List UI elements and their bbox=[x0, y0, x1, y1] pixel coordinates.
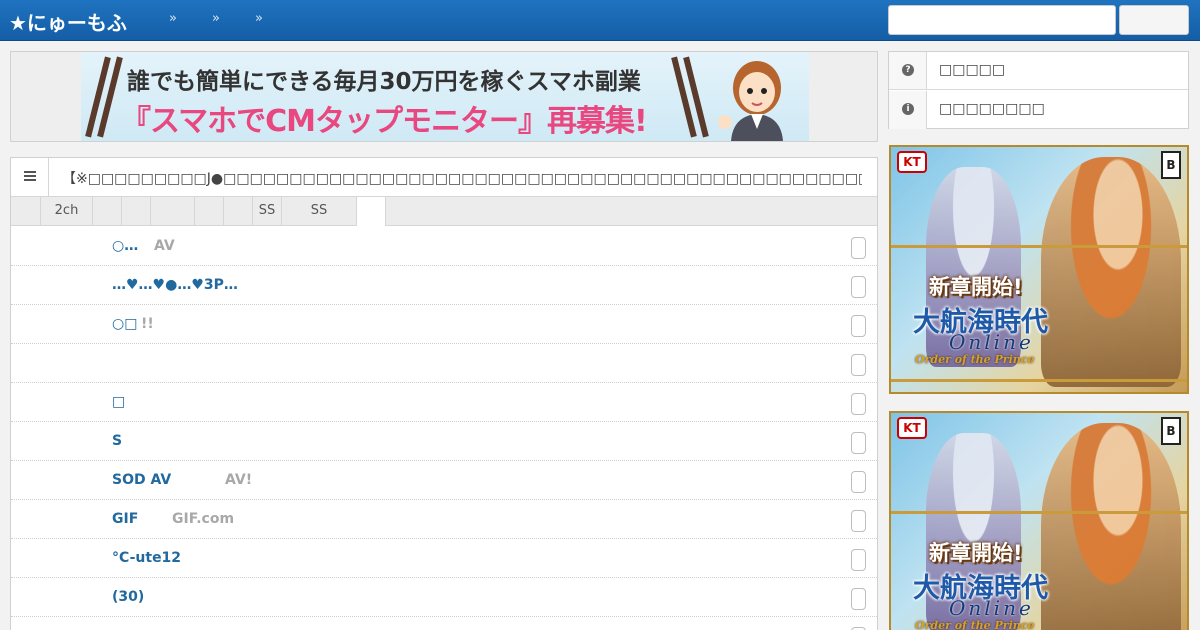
category-tabs: 2ch SS SS bbox=[11, 197, 877, 226]
question-circle-icon: ? bbox=[902, 64, 914, 76]
ad-title-subtitle: Order of the Prince bbox=[915, 619, 1035, 630]
list-item[interactable]: □ bbox=[11, 383, 877, 422]
article-action-button[interactable] bbox=[851, 510, 866, 532]
article-action-button[interactable] bbox=[851, 549, 866, 571]
article-title[interactable]: GIF bbox=[112, 511, 138, 527]
sidebar-menu: ? □□□□□ i □□□□□□□□ bbox=[888, 51, 1189, 129]
tab-2ch[interactable]: 2ch bbox=[41, 197, 93, 225]
article-title[interactable]: □ bbox=[112, 394, 125, 410]
ad-ornament bbox=[891, 245, 1187, 248]
search-button[interactable] bbox=[1119, 5, 1189, 35]
nav-link-2[interactable]: » bbox=[212, 11, 220, 26]
info-circle-icon: i bbox=[902, 103, 914, 115]
article-action-button[interactable] bbox=[851, 237, 866, 259]
tab-3[interactable] bbox=[93, 197, 122, 225]
list-item[interactable]: S bbox=[11, 422, 877, 461]
article-title[interactable]: °C-ute12 bbox=[112, 550, 181, 566]
ad-subheadline: 『スマホでCMタップモニター』再募集! bbox=[121, 104, 648, 139]
article-action-button[interactable] bbox=[851, 393, 866, 415]
tab-6[interactable] bbox=[195, 197, 224, 225]
sidebar-ad-2[interactable]: KT B 新章開始! 大航海時代 Online Order of the Pri… bbox=[889, 411, 1189, 630]
ad-title-tagline: 新章開始! bbox=[929, 541, 1023, 565]
tab-ss[interactable]: SS bbox=[282, 197, 357, 225]
sidebar-icon-cell: i bbox=[889, 91, 927, 129]
headline-icon-cell bbox=[11, 158, 49, 196]
tab-active[interactable] bbox=[356, 197, 386, 226]
tab-4[interactable] bbox=[122, 197, 151, 225]
ad-character-illustration bbox=[1041, 157, 1181, 387]
ad-ornament bbox=[891, 379, 1187, 382]
article-title[interactable]: …♥…♥●…♥3P… bbox=[112, 277, 238, 293]
top-navbar: ★にゅーもふ » » » bbox=[0, 0, 1200, 41]
list-item[interactable]: …♥…♥●…♥3P… bbox=[11, 266, 877, 305]
article-action-button[interactable] bbox=[851, 315, 866, 337]
ad-headline: 誰でも簡単にできる毎月30万円を稼ぐスマホ副業 bbox=[127, 69, 641, 95]
nav-link-1[interactable]: » bbox=[169, 11, 177, 26]
list-item[interactable] bbox=[11, 344, 877, 383]
tab-5[interactable] bbox=[151, 197, 195, 225]
headline-bar: 【※□□□□□□□□□J●□□□□□□□□□□□□□□□□□□□□□□□□□□□… bbox=[11, 158, 877, 197]
list-item[interactable]: (30) bbox=[11, 578, 877, 617]
sidebar-icon-cell: ? bbox=[889, 52, 927, 89]
sidebar-item-help[interactable]: ? □□□□□ bbox=[889, 52, 1188, 90]
article-title[interactable]: (30) bbox=[112, 589, 144, 605]
publisher-logo: KT bbox=[897, 151, 927, 173]
top-banner-ad[interactable]: 誰でも簡単にできる毎月30万円を稼ぐスマホ副業 『スマホでCMタップモニター』再… bbox=[81, 52, 809, 141]
age-rating-badge: B bbox=[1161, 151, 1181, 179]
nav-link-3[interactable]: » bbox=[255, 11, 263, 26]
sidebar-item-label: □□□□□ bbox=[939, 62, 1006, 78]
search-input[interactable] bbox=[888, 5, 1116, 35]
site-logo[interactable]: ★にゅーもふ bbox=[9, 7, 127, 36]
article-source: !! bbox=[141, 316, 154, 332]
ad-title-online: Online bbox=[949, 596, 1034, 620]
article-title[interactable]: SOD AV bbox=[112, 472, 171, 488]
ad-title-tagline: 新章開始! bbox=[929, 275, 1023, 299]
article-list-panel: 【※□□□□□□□□□J●□□□□□□□□□□□□□□□□□□□□□□□□□□□… bbox=[10, 157, 878, 630]
tab-7[interactable] bbox=[224, 197, 253, 225]
sidebar-item-label: □□□□□□□□ bbox=[939, 101, 1045, 117]
list-item[interactable]: ○… AV bbox=[11, 227, 877, 266]
article-title[interactable]: S bbox=[112, 433, 122, 449]
ad-title-subtitle: Order of the Prince bbox=[915, 353, 1035, 366]
top-ad-container: 誰でも簡単にできる毎月30万円を稼ぐスマホ副業 『スマホでCMタップモニター』再… bbox=[10, 51, 878, 142]
list-item[interactable]: GIF GIF.com bbox=[11, 500, 877, 539]
list-item[interactable]: ○□ !! bbox=[11, 305, 877, 344]
ad-woman-illustration bbox=[718, 61, 783, 141]
list-icon bbox=[24, 171, 36, 182]
list-item[interactable]: °C-ute12 bbox=[11, 539, 877, 578]
article-action-button[interactable] bbox=[851, 432, 866, 454]
ad-title-online: Online bbox=[949, 330, 1034, 354]
article-action-button[interactable] bbox=[851, 276, 866, 298]
article-action-button[interactable] bbox=[851, 588, 866, 610]
sidebar-item-info[interactable]: i □□□□□□□□ bbox=[889, 91, 1188, 129]
age-rating-badge: B bbox=[1161, 417, 1181, 445]
headline-link[interactable]: 【※□□□□□□□□□J●□□□□□□□□□□□□□□□□□□□□□□□□□□□… bbox=[62, 168, 862, 188]
article-action-button[interactable] bbox=[851, 471, 866, 493]
article-title[interactable]: ○□ bbox=[112, 316, 137, 332]
list-item[interactable]: SOD AV AV! bbox=[11, 461, 877, 500]
tab-1[interactable] bbox=[11, 197, 41, 225]
article-source: AV bbox=[154, 238, 175, 254]
list-item[interactable] bbox=[11, 617, 877, 630]
ad-ornament bbox=[891, 511, 1187, 514]
publisher-logo: KT bbox=[897, 417, 927, 439]
sidebar-ad-1[interactable]: KT B 新章開始! 大航海時代 Online Order of the Pri… bbox=[889, 145, 1189, 394]
article-action-button[interactable] bbox=[851, 354, 866, 376]
article-source: GIF.com bbox=[172, 511, 235, 527]
article-source: AV! bbox=[225, 472, 253, 488]
ad-character-illustration bbox=[1041, 423, 1181, 630]
tab-8[interactable]: SS bbox=[253, 197, 282, 225]
article-title[interactable]: ○… bbox=[112, 238, 138, 254]
